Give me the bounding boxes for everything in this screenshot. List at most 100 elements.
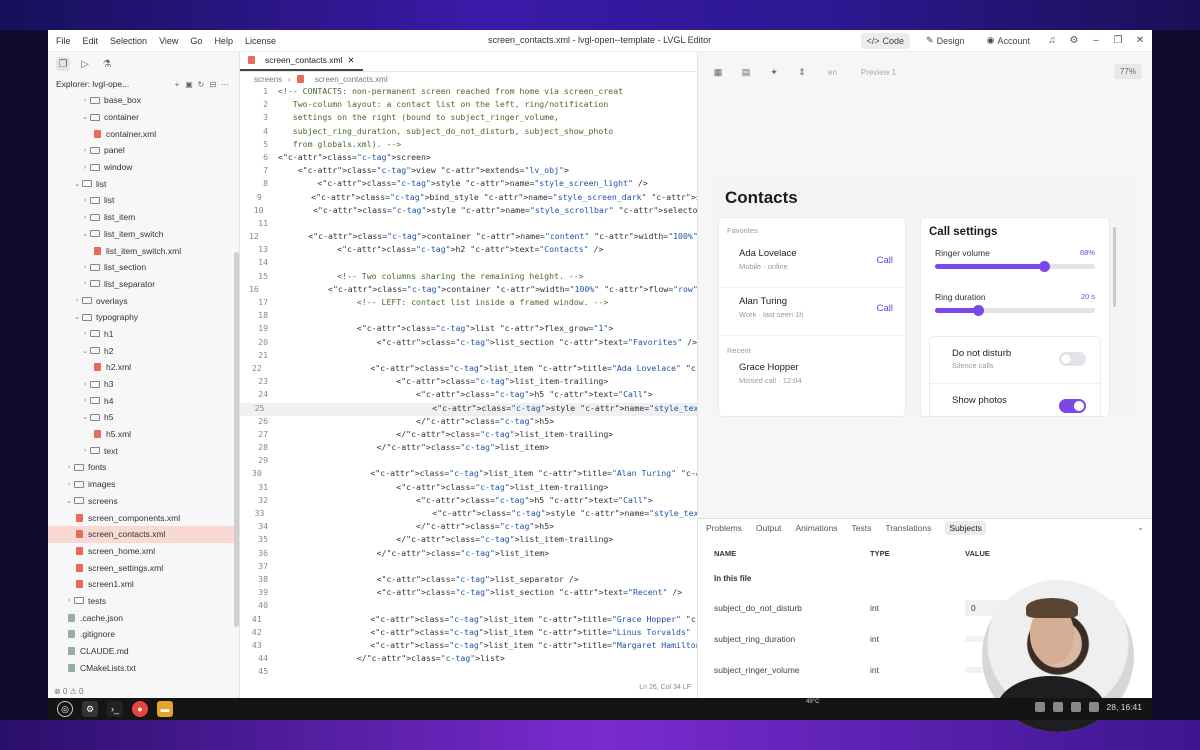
tree-folder[interactable]: › images [48,476,239,493]
code-line[interactable]: 1 <!-- CONTACTS: non-permanent screen rea… [240,86,697,99]
chevron-right-icon[interactable]: › [80,397,90,404]
tree-file[interactable]: screen1.xml [48,576,239,593]
more-icon[interactable]: ⋯ [219,80,231,89]
code-line[interactable]: 33 <"c-attr">class="c-tag">style "c-attr… [240,508,697,521]
menu-item-selection[interactable]: Selection [110,36,147,46]
tree-folder[interactable]: › text [48,442,239,459]
code-line[interactable]: 26 </"c-attr">class="c-tag">h5> [240,416,697,429]
code-line[interactable]: 22 <"c-attr">class="c-tag">list_item "c-… [240,363,697,376]
code-line[interactable]: 23 <"c-attr">class="c-tag">list_item-tra… [240,376,697,389]
call-button[interactable]: Call [877,255,893,266]
code-line[interactable]: 2 Two-column layout: a contact list on t… [240,99,697,112]
chrome-app-icon[interactable]: ● [132,701,148,717]
code-line[interactable]: 4 subject_ring_duration, subject_do_not_… [240,126,697,139]
tab-tests[interactable]: Tests [852,523,872,533]
code-line[interactable]: 42 <"c-attr">class="c-tag">list_item "c-… [240,627,697,640]
minimize-icon[interactable]: – [1090,35,1102,46]
tab-subjects[interactable]: Subjects [945,520,986,535]
code-line[interactable]: 37 [240,561,697,574]
collapse-all-icon[interactable]: ⊟ [207,80,219,89]
slider-knob[interactable] [973,305,985,316]
menu-item-go[interactable]: Go [190,36,202,46]
breadcrumb-item[interactable]: screens [254,75,282,84]
tree-folder[interactable]: › list_separator [48,276,239,293]
new-folder-icon[interactable]: ▣ [183,80,195,89]
menu-item-edit[interactable]: Edit [83,36,99,46]
tab-translations[interactable]: Translations [885,523,931,533]
code-line[interactable]: 30 <"c-attr">class="c-tag">list_item "c-… [240,468,697,481]
slider-track[interactable] [935,261,1095,272]
chevron-right-icon[interactable]: › [80,147,90,154]
code-line[interactable]: 40 [240,600,697,613]
layout-icon[interactable]: ▤ [738,64,754,80]
tree-folder[interactable]: ⌄ h2 [48,342,239,359]
sidebar-scrollbar[interactable] [234,252,239,627]
chevron-right-icon[interactable]: › [80,264,90,271]
terminal-app-icon[interactable]: ›_ [107,701,123,717]
tree-folder[interactable]: ⌄ typography [48,309,239,326]
chevron-right-icon[interactable]: › [80,330,90,337]
code-line[interactable]: 10 <"c-attr">class="c-tag">style "c-attr… [240,205,697,218]
tree-folder[interactable]: › h1 [48,326,239,343]
tree-file[interactable]: h2.xml [48,359,239,376]
tab-animations[interactable]: Animations [795,523,837,533]
gear-icon[interactable]: ⚙ [1068,35,1080,46]
chevron-down-icon[interactable]: ⌄ [72,313,82,321]
tree-folder[interactable]: › list [48,192,239,209]
chevron-right-icon[interactable]: › [64,597,74,604]
files-app-icon[interactable]: ▬ [157,701,173,717]
code-line[interactable]: 25 <"c-attr">class="c-tag">style "c-attr… [240,402,697,416]
tray-icon[interactable] [1052,702,1063,712]
close-tab-icon[interactable]: ✕ [347,55,354,66]
tree-folder[interactable]: › list_section [48,259,239,276]
tray-icon[interactable] [1070,702,1081,712]
tree-file[interactable]: CMakeLists.txt [48,659,239,676]
chevron-down-icon[interactable]: ⌄ [80,230,90,238]
code-line[interactable]: 13 <"c-attr">class="c-tag">h2 "c-attr">t… [240,244,697,257]
chevron-right-icon[interactable]: › [80,164,90,171]
tree-folder[interactable]: › tests [48,593,239,610]
toggle-switch[interactable] [1059,399,1086,413]
tree-file[interactable]: list_item_switch.xml [48,242,239,259]
code-line[interactable]: 14 [240,257,697,270]
settings-app-icon[interactable]: ⚙ [82,701,98,717]
tree-folder[interactable]: › base_box [48,92,239,109]
code-line[interactable]: 36 </"c-attr">class="c-tag">list_item> [240,548,697,561]
code-line[interactable]: 35 </"c-attr">class="c-tag">list_item-tr… [240,534,697,547]
code-line[interactable]: 17 <!-- LEFT: contact list inside a fram… [240,297,697,310]
code-line[interactable]: 12 <"c-attr">class="c-tag">container "c-… [240,231,697,244]
tree-file[interactable]: .cache.json [48,609,239,626]
tree-folder[interactable]: › list_item [48,209,239,226]
tree-folder[interactable]: › h3 [48,376,239,393]
code-line[interactable]: 5 from globals.xml). --> [240,139,697,152]
chevron-right-icon[interactable]: › [64,464,74,471]
chevron-down-icon[interactable]: ⌄ [1137,523,1144,532]
code-line[interactable]: 39 <"c-attr">class="c-tag">list_section … [240,587,697,600]
call-button[interactable]: Call [877,303,893,314]
code-line[interactable]: 15 <!-- Two columns sharing the remainin… [240,271,697,284]
code-line[interactable]: 34 </"c-attr">class="c-tag">h5> [240,521,697,534]
tree-folder[interactable]: › window [48,159,239,176]
editor-tab[interactable]: screen_contacts.xml ✕ [240,51,363,71]
code-line[interactable]: 29 [240,455,697,468]
slider-knob[interactable] [1038,261,1050,272]
code-line[interactable]: 45 [240,666,697,679]
code-line[interactable]: 32 <"c-attr">class="c-tag">h5 "c-attr">t… [240,495,697,508]
chevron-right-icon[interactable]: › [80,381,90,388]
run-icon[interactable]: ▷ [78,57,92,71]
preview-scrollbar[interactable] [1113,227,1116,307]
list-item[interactable]: Alan Turing Work · last seen 1h Call [719,288,905,336]
tree-folder[interactable]: › panel [48,142,239,159]
code-line[interactable]: 19 <"c-attr">class="c-tag">list "c-attr"… [240,323,697,336]
code-line[interactable]: 9 <"c-attr">class="c-tag">bind_style "c-… [240,192,697,205]
tool-icon[interactable]: ✦ [766,64,782,80]
code-line[interactable]: 24 <"c-attr">class="c-tag">h5 "c-attr">t… [240,389,697,402]
slider-track[interactable] [935,305,1095,316]
menu-item-license[interactable]: License [245,36,276,46]
tree-file[interactable]: screen_contacts.xml [48,525,239,543]
tree-folder[interactable]: ⌄ h5 [48,409,239,426]
code-area[interactable]: 1 <!-- CONTACTS: non-permanent screen rea… [240,86,697,679]
code-line[interactable]: 16 <"c-attr">class="c-tag">container "c-… [240,284,697,297]
new-file-icon[interactable]: + [171,80,183,89]
code-mode-button[interactable]: </> Code [860,32,911,49]
